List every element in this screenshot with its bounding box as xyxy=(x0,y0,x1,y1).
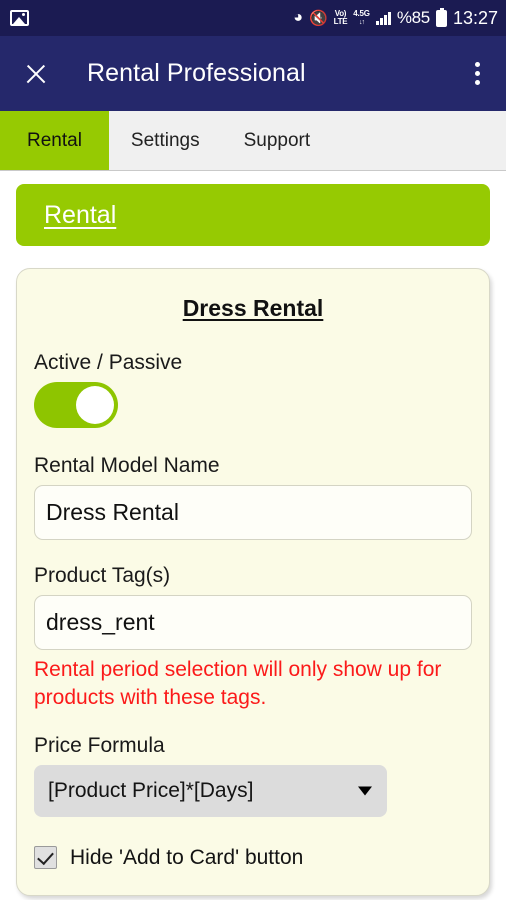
rental-model-name-label: Rental Model Name xyxy=(34,454,220,477)
card-title: Dress Rental xyxy=(182,295,324,321)
dress-rental-card: Dress Rental Active / Passive Rental Mod… xyxy=(16,268,490,896)
image-notification-icon xyxy=(10,10,29,26)
tab-support[interactable]: Support xyxy=(222,111,333,170)
network-type-indicator: 4.5G ↓↑ xyxy=(353,8,370,26)
product-tags-warning: Rental period selection will only show u… xyxy=(34,658,442,709)
bluetooth-icon: ◕ xyxy=(293,9,303,26)
hide-add-to-card-label: Hide 'Add to Card' button xyxy=(70,845,304,869)
tab-label: Rental xyxy=(27,129,82,151)
clock-label: 13:27 xyxy=(452,7,498,28)
price-formula-label: Price Formula xyxy=(34,733,165,757)
product-tags-input[interactable]: dress_rent xyxy=(34,595,472,650)
active-passive-label: Active / Passive xyxy=(34,351,183,374)
price-formula-select[interactable]: [Product Price]*[Days] xyxy=(34,764,387,817)
signal-bars-icon xyxy=(375,11,391,25)
volume-mute-icon: 🔇 xyxy=(308,9,328,27)
page-title: Rental Professional xyxy=(87,59,306,87)
tab-label: Support xyxy=(243,129,311,151)
rental-section-banner[interactable]: Rental xyxy=(16,184,490,246)
battery-percent-label: %85 xyxy=(396,8,430,27)
price-formula-field: Price Formula [Product Price]*[Days] xyxy=(34,734,472,817)
rental-section-banner-label: Rental xyxy=(44,200,117,229)
toggle-knob xyxy=(76,386,114,424)
product-tags-label: Product Tag(s) xyxy=(34,564,171,587)
status-bar: ◕ 🔇 Vo) LTE 4.5G ↓↑ %85 13:27 xyxy=(0,0,506,36)
hide-add-to-card-checkbox[interactable] xyxy=(34,846,57,870)
tab-bar: Rental Settings Support xyxy=(0,111,506,171)
status-bar-right: ◕ 🔇 Vo) LTE 4.5G ↓↑ %85 13:27 xyxy=(293,7,498,29)
product-tags-field: Product Tag(s) dress_rent Rental period … xyxy=(34,564,472,712)
status-bar-left xyxy=(10,10,29,26)
kebab-dot xyxy=(474,71,480,76)
active-passive-toggle[interactable] xyxy=(34,382,118,428)
volte-icon: Vo) LTE xyxy=(333,9,348,26)
battery-icon xyxy=(435,7,447,27)
rental-model-name-field: Rental Model Name Dress Rental xyxy=(34,454,472,540)
app-bar: Rental Professional xyxy=(0,36,506,111)
hide-add-to-card-row[interactable]: Hide 'Add to Card' button xyxy=(34,846,472,870)
tab-settings[interactable]: Settings xyxy=(109,111,222,170)
kebab-dot xyxy=(474,80,480,85)
more-vertical-icon[interactable] xyxy=(466,62,488,85)
main-content: Rental Dress Rental Active / Passive Ren… xyxy=(0,184,506,896)
close-icon[interactable] xyxy=(22,60,50,88)
price-formula-select-wrap: [Product Price]*[Days] xyxy=(34,764,387,817)
tab-rental[interactable]: Rental xyxy=(0,111,109,170)
tab-label: Settings xyxy=(130,129,200,151)
rental-model-name-input[interactable]: Dress Rental xyxy=(34,485,472,540)
kebab-dot xyxy=(474,62,480,67)
